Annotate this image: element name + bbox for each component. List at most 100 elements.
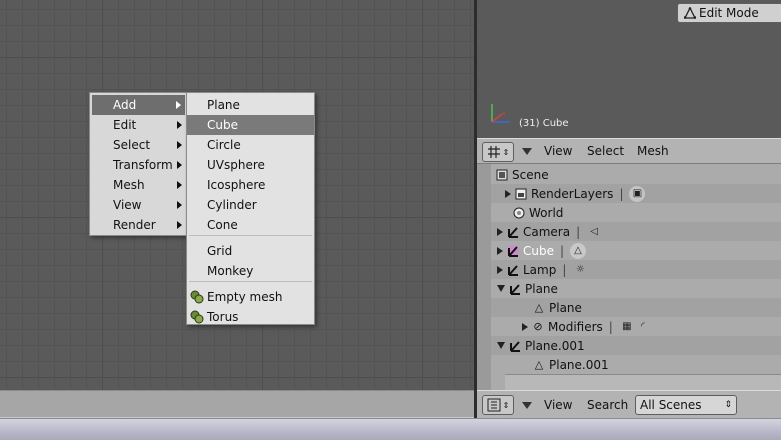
add-grid[interactable]: Grid (187, 241, 314, 261)
window-bottom-strip (0, 418, 781, 440)
menu-item-add[interactable]: Add (92, 95, 185, 115)
outliner-row-plane-mesh[interactable]: △ Plane (491, 298, 781, 317)
mode-select[interactable]: Edit Mode (677, 3, 781, 23)
add-cylinder[interactable]: Cylinder (187, 195, 314, 215)
menu-item-view[interactable]: View (90, 195, 186, 215)
outliner-row-plane001-mesh[interactable]: △ Plane.001 (491, 355, 781, 374)
outliner-header: ⇕ View Search All Scenes ⇕ (477, 390, 781, 418)
object-axes-icon (507, 244, 519, 257)
viewport-bottom-header (0, 390, 474, 417)
add-empty-mesh[interactable]: Empty mesh (187, 287, 314, 307)
lamp-data-icon[interactable]: ☼ (572, 262, 588, 278)
menu-mesh[interactable]: Mesh (637, 144, 669, 158)
row-label: RenderLayers (531, 186, 614, 201)
add-cone[interactable]: Cone (187, 215, 314, 235)
add-uvsphere[interactable]: UVsphere (187, 155, 314, 175)
collapse-menu-icon[interactable] (522, 402, 532, 409)
expand-arrow-icon[interactable] (497, 265, 503, 274)
mesh-data-icon: △ (534, 358, 544, 371)
outliner-row-cube[interactable]: Cube | △ (491, 241, 781, 260)
outliner-row-renderlayers[interactable]: RenderLayers | ▣ (491, 184, 781, 203)
outliner-row-plane[interactable]: Plane (491, 279, 781, 298)
svg-text:x: x (502, 110, 506, 117)
submenu-arrow-icon (177, 201, 182, 209)
outliner-gutter (477, 164, 491, 390)
menu-view[interactable]: View (544, 398, 572, 412)
updown-icon: ⇕ (724, 400, 732, 410)
context-menu: Add Edit Select Transform Mesh View Rend… (89, 92, 187, 236)
submenu-arrow-icon (177, 141, 182, 149)
submenu-arrow-icon (177, 161, 182, 169)
add-circle[interactable]: Circle (187, 135, 314, 155)
add-plane[interactable]: Plane (187, 95, 314, 115)
expand-arrow-icon[interactable] (497, 246, 503, 255)
menu-item-edit[interactable]: Edit (90, 115, 186, 135)
submenu-arrow-icon (177, 121, 182, 129)
axis-gizmo-icon: x (491, 104, 510, 123)
expand-arrow-icon[interactable] (497, 227, 503, 236)
menu-search[interactable]: Search (587, 398, 628, 412)
expand-arrow-icon[interactable] (522, 322, 528, 331)
view3d-header: ⇕ View Select Mesh (477, 138, 781, 164)
editor-type-button[interactable]: ⇕ (482, 142, 514, 162)
grid-icon (487, 146, 500, 158)
row-label: Scene (512, 167, 549, 182)
add-icosphere[interactable]: Icosphere (187, 175, 314, 195)
python-script-icon (190, 310, 204, 324)
renderlayers-icon (515, 188, 527, 200)
object-axes-icon (509, 340, 521, 352)
row-label: Modifiers (548, 319, 603, 334)
object-info-label: (31) Cube (519, 118, 569, 129)
scene-icon (496, 169, 508, 181)
menu-item-transform[interactable]: Transform (90, 155, 186, 175)
mode-label: Edit Mode (699, 6, 759, 20)
object-axes-icon (507, 226, 519, 238)
modifier-curve-icon[interactable]: ◜ (635, 319, 651, 335)
row-label: Lamp (523, 262, 557, 277)
expand-arrow-icon[interactable] (505, 189, 511, 198)
collapse-arrow-icon[interactable] (497, 342, 505, 349)
outliner-row-scene[interactable]: Scene (491, 165, 781, 184)
menu-view[interactable]: View (544, 144, 572, 158)
edit-mode-icon (684, 7, 696, 19)
menu-separator (189, 235, 312, 236)
submenu-arrow-icon (176, 101, 181, 109)
menu-separator (189, 281, 312, 282)
row-label: Plane.001 (549, 357, 609, 372)
outliner-row-camera[interactable]: Camera | ◁ (491, 222, 781, 241)
outliner-scrollbar[interactable] (505, 374, 781, 390)
object-axes-icon (509, 283, 521, 295)
updown-icon: ⇕ (502, 400, 510, 410)
outliner-row-world[interactable]: World (491, 203, 781, 222)
camera-data-icon[interactable]: ◁ (586, 224, 602, 240)
row-label: World (529, 205, 564, 220)
render-icon[interactable]: ▣ (629, 185, 646, 202)
row-label: Cube (523, 243, 554, 258)
row-label: Camera (523, 224, 571, 239)
submenu-arrow-icon (177, 181, 182, 189)
outliner-row-lamp[interactable]: Lamp | ☼ (491, 260, 781, 279)
menu-item-render[interactable]: Render (90, 215, 186, 235)
menu-select[interactable]: Select (587, 144, 624, 158)
row-label: Plane.001 (525, 338, 585, 353)
menu-item-mesh[interactable]: Mesh (90, 175, 186, 195)
mesh-data-icon[interactable]: △ (570, 242, 587, 259)
outliner-tree-icon (487, 398, 501, 412)
collapse-arrow-icon[interactable] (497, 285, 505, 292)
outliner-row-plane001[interactable]: Plane.001 (491, 336, 781, 355)
collapse-menu-icon[interactable] (522, 148, 532, 155)
scenes-select[interactable]: All Scenes ⇕ (635, 395, 737, 415)
editor-type-button[interactable]: ⇕ (482, 395, 514, 415)
world-icon (513, 207, 525, 219)
add-cube[interactable]: Cube (187, 115, 314, 135)
menu-item-select[interactable]: Select (90, 135, 186, 155)
python-script-icon (190, 290, 204, 304)
modifier-wrench-icon: ⊘ (533, 320, 543, 333)
object-axes-icon (507, 264, 519, 276)
add-torus[interactable]: Torus (187, 307, 314, 327)
modifier-subsurf-icon[interactable]: ▦ (619, 319, 635, 335)
outliner-row-modifiers[interactable]: ⊘ Modifiers | ▦ ◜ (491, 317, 781, 336)
add-monkey[interactable]: Monkey (187, 261, 314, 281)
updown-icon: ⇕ (502, 147, 510, 157)
row-label: Plane (525, 281, 558, 296)
